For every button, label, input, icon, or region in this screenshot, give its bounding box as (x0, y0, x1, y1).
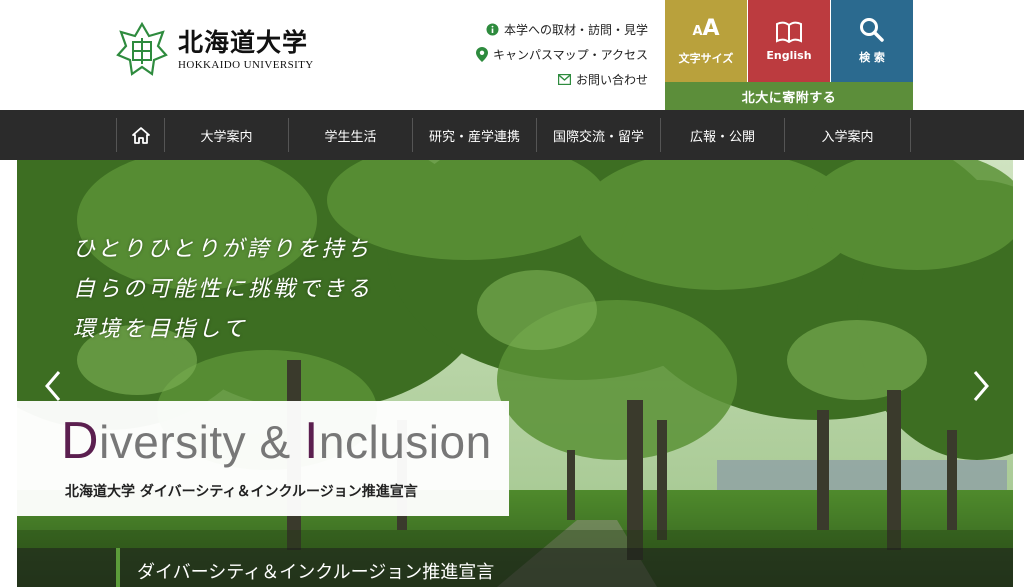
search-icon (860, 18, 884, 42)
slide-caption-text[interactable]: ダイバーシティ＆インクルージョン推進宣言 (137, 558, 494, 584)
nav-public-relations[interactable]: 広報・公開 (661, 118, 785, 152)
slide-caption-accent (116, 548, 120, 587)
contact-link-label: お問い合わせ (575, 72, 648, 87)
slider-next-arrow-icon[interactable] (965, 366, 995, 406)
font-size-icon: AA (692, 15, 720, 44)
contact-link[interactable]: お問い合わせ (476, 68, 648, 90)
di-banner-subtitle: 北海道大学 ダイバーシティ＆インクルージョン推進宣言 (65, 484, 418, 500)
hero-tagline: ひとりひとりが誇りを持ち 自らの可能性に挑戦できる 環境を目指して (73, 230, 373, 350)
slider-prev-arrow-icon[interactable] (39, 366, 69, 406)
tagline-line-1: ひとりひとりが誇りを持ち (73, 237, 372, 262)
english-button[interactable]: English (748, 0, 830, 82)
donate-button[interactable]: 北大に寄附する (665, 82, 913, 110)
map-pin-icon (475, 46, 488, 62)
font-size-small-glyph: A (692, 23, 703, 39)
nav-home[interactable] (117, 118, 165, 152)
tagline-line-3: 環境を目指して (73, 317, 248, 342)
mail-icon (557, 73, 571, 85)
di-banner-title: Diversity & Inclusion (61, 411, 492, 471)
main-navigation: 大学案内 学生生活 研究・産学連携 国際交流・留学 広報・公開 入学案内 (0, 110, 1024, 160)
di-title-cap-d: D (61, 412, 100, 470)
di-title-rest-2: nclusion (318, 416, 492, 468)
book-icon (776, 21, 802, 43)
visit-link[interactable]: 本学への取材・訪問・見学 (476, 18, 648, 40)
site-header: 北海道大学 HOKKAIDO UNIVERSITY 本学への取材・訪問・見学 キ… (0, 0, 1024, 110)
nav-student-life[interactable]: 学生生活 (289, 118, 413, 152)
university-emblem-icon (116, 22, 168, 76)
campus-trees-photo (17, 160, 1013, 587)
info-icon (486, 23, 499, 35)
university-logo[interactable]: 北海道大学 HOKKAIDO UNIVERSITY (116, 22, 314, 78)
logo-japanese-name: 北海道大学 (178, 28, 309, 57)
visit-link-label: 本学への取材・訪問・見学 (503, 22, 648, 37)
search-button[interactable]: 検 索 (831, 0, 913, 82)
nav-international[interactable]: 国際交流・留学 (537, 118, 661, 152)
campus-map-link-label: キャンパスマップ・アクセス (492, 47, 648, 62)
logo-english-name: HOKKAIDO UNIVERSITY (178, 59, 314, 71)
nav-admissions[interactable]: 入学案内 (785, 118, 911, 152)
diversity-inclusion-banner[interactable]: Diversity & Inclusion 北海道大学 ダイバーシティ＆インクル… (17, 401, 509, 516)
font-size-label: 文字サイズ (678, 51, 734, 65)
utility-links: 本学への取材・訪問・見学 キャンパスマップ・アクセス お問い合わせ (475, 18, 648, 93)
di-title-rest-1: iversity & (99, 416, 304, 468)
di-title-cap-i: I (303, 412, 319, 470)
font-size-big-glyph: A (702, 15, 720, 41)
hero-slider: ひとりひとりが誇りを持ち 自らの可能性に挑戦できる 環境を目指して Divers… (17, 160, 1013, 587)
campus-map-link[interactable]: キャンパスマップ・アクセス (475, 43, 648, 65)
nav-about[interactable]: 大学案内 (165, 118, 289, 152)
home-icon (131, 126, 150, 144)
font-size-button[interactable]: AA 文字サイズ (665, 0, 747, 82)
english-label: English (766, 48, 812, 62)
nav-research[interactable]: 研究・産学連携 (413, 118, 537, 152)
tagline-line-2: 自らの可能性に挑戦できる (73, 277, 373, 302)
search-label: 検 索 (859, 51, 885, 64)
